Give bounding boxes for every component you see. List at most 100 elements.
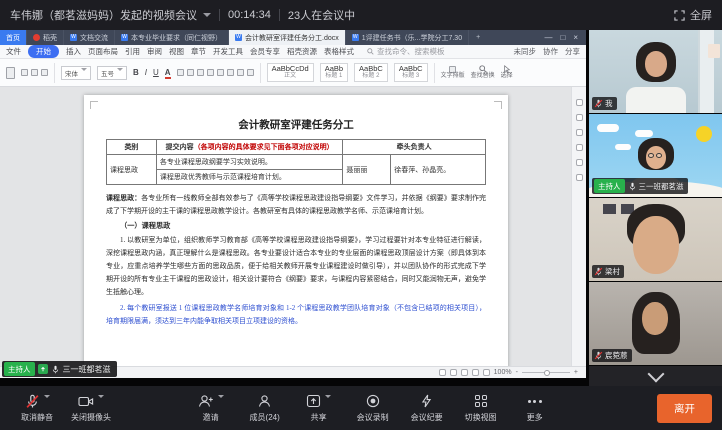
settings-icon[interactable] [576,174,583,181]
more-button[interactable]: 更多 [508,393,562,423]
font-color-button[interactable]: A [165,68,171,77]
text-layout-tool[interactable]: 文字排版 [441,66,465,80]
paste-icon[interactable] [6,67,15,79]
video-tile-host[interactable]: 主持人 三一班都茗滋 [589,114,722,197]
zoom-in-button[interactable]: + [574,369,578,376]
style-heading1[interactable]: AaBb 标题 1 [320,63,348,82]
italic-button[interactable]: I [145,68,147,77]
shading-icon[interactable] [237,69,244,76]
maximize-button[interactable]: □ [560,33,565,42]
cut-icon[interactable] [21,69,28,76]
style-heading3[interactable]: AaBbC 标题 3 [394,63,428,82]
participant-name: 宸菀蒝 [605,350,628,361]
outline-view-icon[interactable] [450,369,457,376]
menu-page-layout[interactable]: 页面布局 [88,46,118,57]
select-tool[interactable]: 选择 [501,65,513,80]
edit-icon[interactable] [576,114,583,121]
meeting-notes-label: 会议纪要 [411,412,443,423]
border-icon[interactable] [247,69,254,76]
web-view-icon[interactable] [461,369,468,376]
format-painter-icon[interactable] [41,69,48,76]
comment-icon[interactable] [576,99,583,106]
indent-icon[interactable] [197,69,204,76]
divider [434,63,435,83]
menu-daoke-res[interactable]: 稻壳资源 [287,46,317,57]
host-badge: 主持人 [594,179,625,193]
font-name-select[interactable]: 宋体 [61,66,91,80]
wps-tab-daoke[interactable]: 稻壳 [27,30,64,45]
minimize-button[interactable]: — [544,33,552,42]
zoom-level: 100% [494,369,512,376]
leave-meeting-button[interactable]: 离开 [657,394,712,423]
wps-tab-graduation-req[interactable]: W 本专业毕业要求（同仁视野） [115,30,229,45]
switch-view-button[interactable]: 切换视图 [454,393,508,423]
line-spacing-icon[interactable] [227,69,234,76]
menu-dev-tools[interactable]: 开发工具 [213,46,243,57]
menu-review[interactable]: 审阅 [147,46,162,57]
zoom-out-button[interactable]: - [516,369,518,376]
menu-table-style[interactable]: 表格样式 [324,46,354,57]
document-page[interactable]: 会计教研室评建任务分工 类别 提交内容（各项内容的具体要求见下面各项对应说明） … [84,95,508,366]
chevron-down-icon[interactable] [44,395,50,398]
wps-tab-task-book[interactable]: W 1评建任务书（乐...学院分工7.30 [346,30,469,45]
find-replace-tool[interactable]: 查找替换 [471,65,495,80]
menu-member[interactable]: 会员专享 [250,46,280,57]
style-normal[interactable]: AaBbCcDd 正文 [267,63,314,82]
numbered-list-icon[interactable] [187,69,194,76]
meeting-notes-button[interactable]: 会议纪要 [400,393,454,423]
wps-tab-home[interactable]: 首页 [0,30,27,45]
wps-tab-doc-exchange[interactable]: W 文档交流 [64,30,115,45]
paragraph-summary: 课程思政：各专业所有一线教师全部有效参与了《高等学校课程思政建设指导纲要》文件学… [106,192,486,218]
record-button[interactable]: 会议录制 [346,393,400,423]
chevron-down-icon[interactable] [218,395,224,398]
unmute-button[interactable]: 取消静音 [10,393,64,423]
wps-new-tab-button[interactable]: + [469,30,487,45]
font-size-select[interactable]: 五号 [97,66,127,80]
video-tile-self[interactable]: 我 [589,30,722,113]
bookmark-icon[interactable] [576,144,583,151]
command-search[interactable]: 查找命令、搜索模板 [367,46,445,57]
invite-button[interactable]: 邀请 [184,393,238,423]
zoom-slider[interactable] [522,372,570,373]
menu-insert[interactable]: 插入 [66,46,81,57]
share-button[interactable]: 分享 [565,46,580,57]
cell-owner: 聂丽丽 [343,155,391,185]
chevron-down-icon[interactable] [98,395,104,398]
fullscreen-button[interactable]: 全屏 [674,7,712,23]
page-view-icon[interactable] [439,369,446,376]
menu-references[interactable]: 引用 [125,46,140,57]
zoom-slider-knob[interactable] [544,370,550,376]
sync-status[interactable]: 未同步 [514,46,537,57]
camera-off-button[interactable]: 关闭摄像头 [64,393,118,423]
underline-button[interactable]: U [153,68,159,77]
style-heading2[interactable]: AaBbC 标题 2 [354,63,388,82]
menu-file[interactable]: 文件 [6,46,21,57]
meeting-title-chevron-icon[interactable] [203,13,211,17]
align-center-icon[interactable] [217,69,224,76]
bullet-list-icon[interactable] [177,69,184,76]
video-tile-4[interactable]: 宸菀蒝 [589,282,722,365]
style-label: 标题 1 [325,73,343,80]
chevron-down-icon[interactable] [325,395,331,398]
meeting-window: 车伟娜（都茗滋妈妈）发起的视频会议 00:14:34 23人在会议中 全屏 首页… [0,0,722,430]
search-icon [367,48,374,55]
collab-button[interactable]: 协作 [543,46,558,57]
video-tile-next-partial[interactable] [589,366,722,386]
close-button[interactable]: × [573,33,578,42]
pen-icon[interactable] [483,369,490,376]
video-tile-3[interactable]: 梁村 [589,198,722,281]
menu-section[interactable]: 章节 [191,46,206,57]
bold-button[interactable]: B [133,68,139,77]
copy-icon[interactable] [31,69,38,76]
highlight-icon[interactable] [576,129,583,136]
participant-label: 主持人 三一班都茗滋 [592,178,688,194]
wps-tab-active-doc[interactable]: W 会计教研室评建任务分工.docx [229,30,346,45]
menu-view[interactable]: 视图 [169,46,184,57]
print-icon[interactable] [576,159,583,166]
menu-home[interactable]: 开始 [28,45,59,58]
members-button[interactable]: 成员(24) [238,393,292,423]
fullscreen-view-icon[interactable] [472,369,479,376]
align-left-icon[interactable] [207,69,214,76]
scroll-more-chevron-icon[interactable] [647,366,664,382]
share-screen-button[interactable]: 共享 [292,393,346,423]
